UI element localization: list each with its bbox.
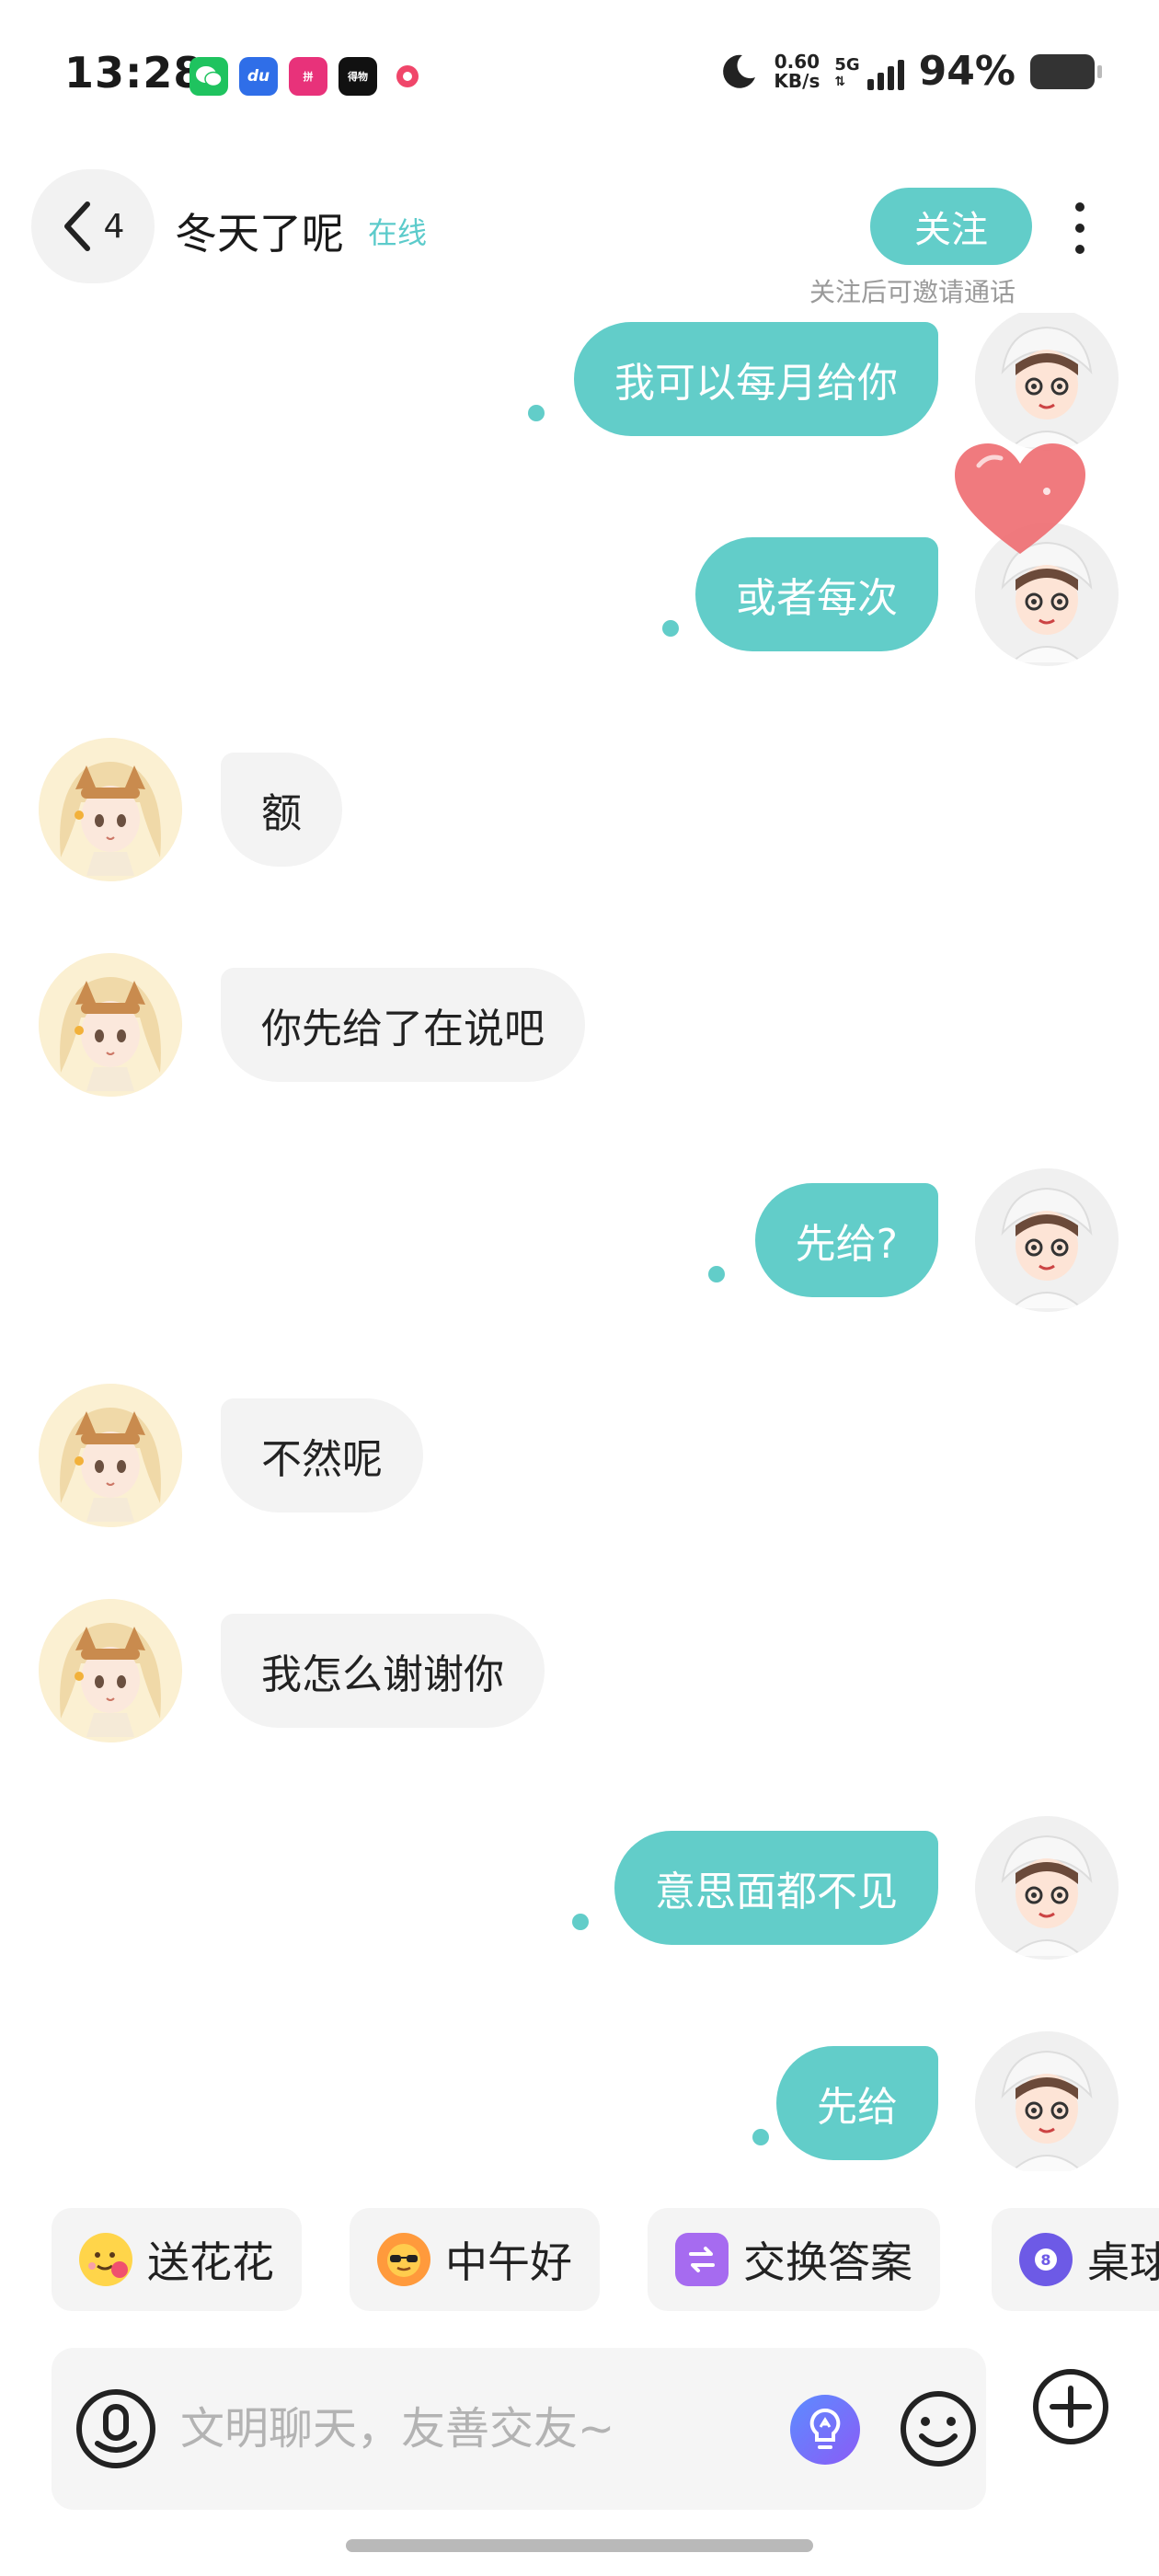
quick-reply-good-noon[interactable]: 中午好 xyxy=(350,2208,600,2311)
quick-reply-label: 桌球 xyxy=(1087,2237,1159,2287)
plus-circle-icon xyxy=(1033,2369,1108,2444)
message-bubble[interactable]: 我怎么谢谢你 xyxy=(221,1614,545,1728)
status-time: 13:28 xyxy=(64,48,204,98)
message-row: 我可以每月给你 xyxy=(0,313,1159,454)
back-button[interactable]: 4 xyxy=(31,169,155,283)
notification-app-icons: du 拼 得物 xyxy=(189,57,427,96)
smiley-icon xyxy=(901,2391,976,2467)
input-bar xyxy=(52,2348,986,2510)
battery-percent: 94% xyxy=(918,48,1016,95)
message-list[interactable]: 我可以每月给你 或者每次 额 你先给了在说吧 先给? 不然呢 我怎么谢谢你 意思… xyxy=(0,313,1159,2171)
heart-sticker-icon xyxy=(951,440,1089,559)
read-indicator xyxy=(572,1914,589,1930)
read-indicator xyxy=(752,2129,769,2145)
ai-bulb-icon xyxy=(790,2395,860,2465)
more-options-button[interactable] xyxy=(1063,199,1096,258)
battery-icon xyxy=(1030,53,1102,89)
unread-count: 4 xyxy=(103,207,125,246)
voice-button[interactable] xyxy=(66,2379,166,2478)
do-not-disturb-moon-icon xyxy=(723,54,756,88)
message-row: 先给 xyxy=(0,2031,1159,2171)
quick-reply-send-flower[interactable]: 送花花 xyxy=(52,2208,302,2311)
exchange-icon xyxy=(675,2233,729,2286)
message-row: 不然呢 xyxy=(0,1384,1159,1531)
more-functions-button[interactable] xyxy=(1023,2359,1119,2455)
quick-reply-label: 中午好 xyxy=(445,2237,572,2287)
more-dot xyxy=(1075,202,1084,212)
microphone-icon xyxy=(76,2389,155,2468)
home-indicator[interactable] xyxy=(346,2539,813,2552)
my-avatar[interactable] xyxy=(975,1816,1119,1960)
more-dot xyxy=(1075,245,1084,254)
status-bar: 13:28 du 拼 得物 0.60 KB/s 5G ⇅ 94% xyxy=(0,0,1159,147)
message-row: 意思面都不见 xyxy=(0,1816,1159,1963)
quick-reply-label: 交换答案 xyxy=(743,2237,912,2287)
message-bubble[interactable]: 先给? xyxy=(754,1183,938,1297)
sun-sunglasses-icon xyxy=(377,2233,430,2286)
chat-header: 4 冬天了呢 在线 关注 关注后可邀请通话 xyxy=(0,156,1159,313)
message-row: 额 xyxy=(0,738,1159,885)
message-bubble[interactable]: 意思面都不见 xyxy=(614,1831,938,1945)
read-indicator xyxy=(708,1266,725,1282)
wechat-icon xyxy=(189,57,228,96)
message-row: 我怎么谢谢你 xyxy=(0,1599,1159,1746)
quick-reply-bar[interactable]: 送花花 中午好 交换答案 8 桌球 xyxy=(0,2208,1159,2315)
my-avatar[interactable] xyxy=(975,1168,1119,1312)
quick-reply-label: 送花花 xyxy=(147,2237,274,2287)
quick-reply-billiards[interactable]: 8 桌球 xyxy=(992,2208,1159,2311)
chat-title[interactable]: 冬天了呢 xyxy=(175,201,344,261)
signal-icon: 5G ⇅ xyxy=(834,53,904,90)
network-speed: 0.60 KB/s xyxy=(774,52,820,91)
read-indicator xyxy=(662,620,679,637)
follow-hint: 关注后可邀请通话 xyxy=(809,277,1016,307)
emoji-button[interactable] xyxy=(890,2381,986,2477)
network-type: 5G xyxy=(834,54,860,75)
douyin-icon: 得物 xyxy=(339,57,377,96)
message-row: 先给? xyxy=(0,1168,1159,1316)
camera-icon xyxy=(388,57,427,96)
quick-reply-exchange-answers[interactable]: 交换答案 xyxy=(648,2208,940,2311)
flower-emoji-icon xyxy=(79,2233,132,2286)
my-avatar[interactable] xyxy=(975,2031,1119,2171)
network-speed-unit: KB/s xyxy=(774,69,820,92)
read-indicator xyxy=(528,405,545,421)
follow-button[interactable]: 关注 xyxy=(870,188,1032,265)
baidu-icon: du xyxy=(239,57,278,96)
message-bubble[interactable]: 你先给了在说吧 xyxy=(221,968,585,1082)
contact-avatar[interactable] xyxy=(39,953,182,1097)
message-bubble[interactable]: 先给 xyxy=(776,2046,938,2160)
ai-assistant-button[interactable] xyxy=(787,2392,863,2467)
message-row: 你先给了在说吧 xyxy=(0,953,1159,1100)
message-bubble[interactable]: 我可以每月给你 xyxy=(574,322,938,436)
message-bubble[interactable]: 额 xyxy=(221,753,342,867)
pinduoduo-icon: 拼 xyxy=(289,57,327,96)
network-speed-value: 0.60 xyxy=(774,50,820,73)
svg-text:8: 8 xyxy=(1040,2251,1050,2269)
chevron-left-icon xyxy=(63,201,90,251)
online-status: 在线 xyxy=(368,215,428,250)
message-bubble[interactable]: 或者每次 xyxy=(695,537,938,651)
contact-avatar[interactable] xyxy=(39,1384,182,1527)
billiard-ball-icon: 8 xyxy=(1019,2233,1073,2286)
message-bubble[interactable]: 不然呢 xyxy=(221,1398,423,1512)
message-input[interactable] xyxy=(180,2385,806,2473)
more-dot xyxy=(1075,224,1084,233)
contact-avatar[interactable] xyxy=(39,1599,182,1742)
my-avatar[interactable] xyxy=(975,313,1119,451)
contact-avatar[interactable] xyxy=(39,738,182,881)
